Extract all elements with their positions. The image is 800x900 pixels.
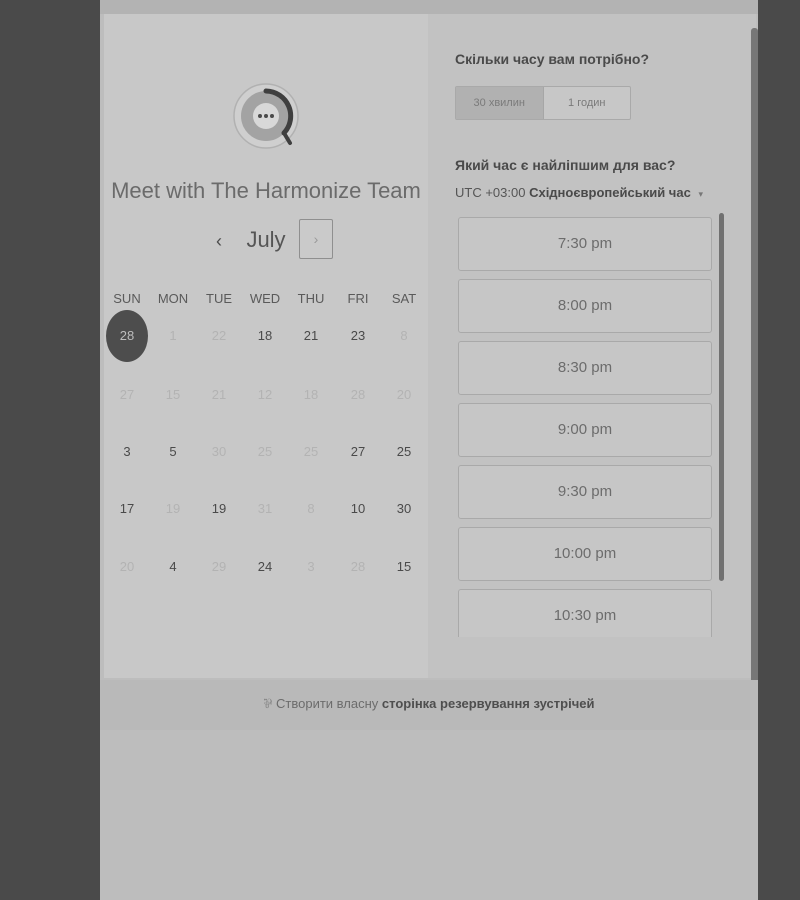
time-slot[interactable]: 10:30 pm	[458, 589, 712, 637]
page-background: Meet with The Harmonize Team ‹ July › SU…	[100, 0, 758, 900]
calendar-day[interactable]: 27	[337, 431, 379, 473]
calendar-day[interactable]: 18	[244, 315, 286, 357]
calendar-day: 8	[307, 501, 315, 516]
calendar-panel: Meet with The Harmonize Team ‹ July › SU…	[104, 14, 428, 678]
time-slot[interactable]: 9:00 pm	[458, 403, 712, 457]
time-slot[interactable]: 8:30 pm	[458, 341, 712, 395]
chat-avatar-icon	[232, 72, 300, 160]
duration-30-min-button[interactable]: 30 хвилин	[456, 87, 544, 119]
calendar-day: 20	[396, 387, 412, 402]
weekday-thu: THU	[297, 291, 325, 306]
sprocket-icon: ⅌	[263, 696, 273, 711]
widget-scrollbar[interactable]	[751, 28, 758, 683]
duration-title: Скільки часу вам потрібно?	[455, 51, 650, 67]
calendar-day: 25	[303, 444, 319, 459]
weekday-sun: SUN	[113, 291, 141, 306]
weekday-wed: WED	[249, 291, 281, 306]
calendar-day: 27	[119, 387, 135, 402]
meetings-widget: Meet with The Harmonize Team ‹ July › SU…	[104, 14, 758, 683]
calendar-day: 8	[400, 328, 408, 343]
calendar-day[interactable]: 4	[152, 546, 194, 588]
calendar-day-selected[interactable]: 28	[106, 310, 148, 362]
calendar-day[interactable]: 3	[106, 431, 148, 473]
calendar-day[interactable]: 24	[244, 546, 286, 588]
month-label: July	[246, 227, 286, 252]
calendar-day: 20	[119, 559, 135, 574]
calendar-day: 31	[257, 501, 273, 516]
calendar-day: 3	[307, 559, 315, 574]
calendar-day[interactable]: 23	[337, 315, 379, 357]
weekday-mon: MON	[157, 291, 189, 306]
time-slot-list: 7:30 pm 8:00 pm 8:30 pm 9:00 pm 9:30 pm …	[458, 217, 712, 637]
footer-link-text: сторінка резервування зустрічей	[381, 696, 595, 711]
calendar-day[interactable]: 15	[383, 546, 425, 588]
calendar-day[interactable]: 17	[106, 488, 148, 530]
calendar-day[interactable]: 30	[383, 488, 425, 530]
calendar-day: 30	[211, 444, 227, 459]
weekday-sat: SAT	[391, 291, 417, 306]
time-slot[interactable]: 8:00 pm	[458, 279, 712, 333]
calendar-day: 29	[211, 559, 227, 574]
calendar-day[interactable]: 21	[290, 315, 332, 357]
timezone-offset: UTC +03:00	[455, 185, 526, 200]
calendar-day: 21	[211, 387, 227, 402]
calendar-day[interactable]: 19	[198, 488, 240, 530]
timezone-name: Східноєвропейський час	[529, 185, 691, 200]
slot-list-scrollbar[interactable]	[719, 213, 724, 581]
prev-month-button[interactable]: ‹	[208, 230, 230, 252]
calendar-day: 28	[350, 559, 366, 574]
create-booking-page-link[interactable]: ⅌ Створити власну сторінка резервування з…	[100, 680, 758, 730]
calendar-day[interactable]: 5	[152, 431, 194, 473]
duration-toggle: 30 хвилин 1 годин	[455, 86, 631, 120]
timezone-selector[interactable]: UTC +03:00 Східноєвропейський час ▾	[455, 185, 703, 200]
calendar-day[interactable]: 10	[337, 488, 379, 530]
widget-title: Meet with The Harmonize Team	[111, 178, 421, 203]
time-slot[interactable]: 7:30 pm	[458, 217, 712, 271]
weekday-fri: FRI	[347, 291, 369, 306]
calendar-day: 18	[303, 387, 319, 402]
booking-panel: Скільки часу вам потрібно? 30 хвилин 1 г…	[428, 14, 756, 678]
calendar-day[interactable]: 25	[383, 431, 425, 473]
duration-1-hour-button[interactable]: 1 годин	[544, 87, 631, 119]
calendar-day: 28	[350, 387, 366, 402]
calendar-day: 15	[165, 387, 181, 402]
caret-down-icon: ▾	[698, 189, 703, 199]
time-slot[interactable]: 9:30 pm	[458, 465, 712, 519]
calendar-day: 25	[257, 444, 273, 459]
calendar-day: 12	[257, 387, 273, 402]
calendar-day: 1	[169, 328, 177, 343]
top-strip	[100, 0, 758, 14]
calendar-day: 19	[165, 501, 181, 516]
time-slot[interactable]: 10:00 pm	[458, 527, 712, 581]
weekday-tue: TUE	[206, 291, 232, 306]
footer-prefix: Створити власну	[276, 696, 379, 711]
calendar-day: 22	[211, 328, 227, 343]
next-month-button[interactable]: ›	[299, 219, 333, 259]
time-title: Який час є найліпшим для вас?	[455, 157, 676, 173]
